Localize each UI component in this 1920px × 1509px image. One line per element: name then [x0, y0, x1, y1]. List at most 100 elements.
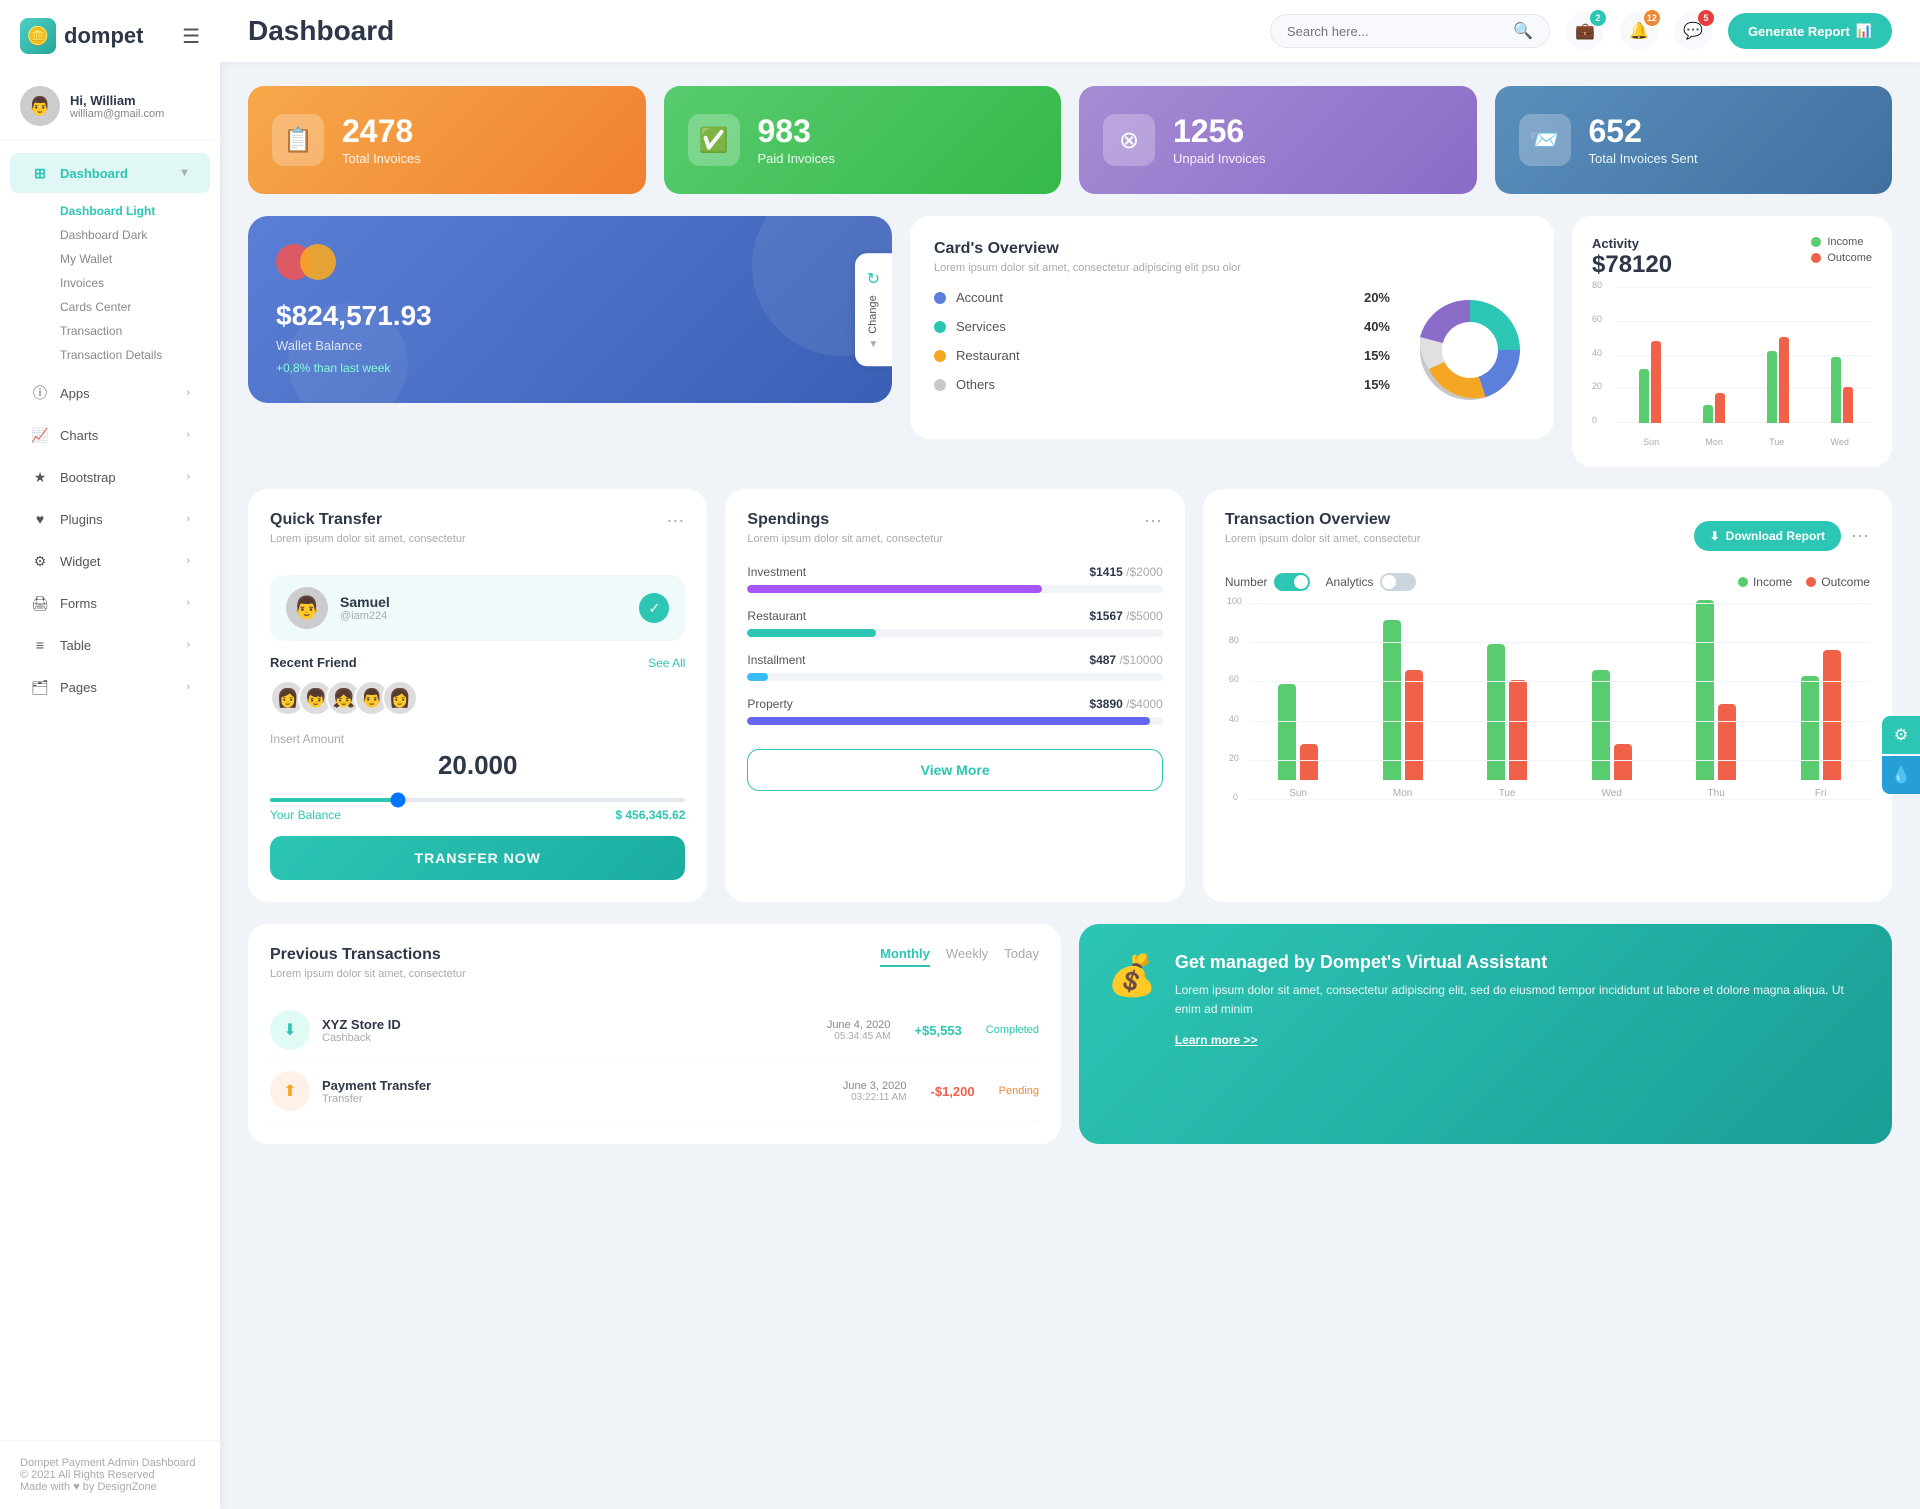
services-pct: 40%: [1364, 319, 1390, 334]
sub-item-cards-center[interactable]: Cards Center: [50, 295, 220, 319]
cards-overview-wrapper: Card's Overview Lorem ipsum dolor sit am…: [910, 216, 1554, 467]
va-learn-more-link[interactable]: Learn more >>: [1175, 1033, 1258, 1047]
income-label: Income: [1827, 236, 1863, 248]
dashboard-icon: ⊞: [30, 163, 50, 183]
sub-item-transaction[interactable]: Transaction: [50, 319, 220, 343]
account-pct: 20%: [1364, 290, 1390, 305]
sidebar-item-forms[interactable]: 🖨 Forms ›: [10, 583, 210, 623]
big-income-mon: [1383, 620, 1401, 780]
sidebar-item-widget[interactable]: ⚙ Widget ›: [10, 541, 210, 581]
topbar: Dashboard 🔍 💼 2 🔔 12 💬 5 Generate Report…: [220, 0, 1920, 62]
quick-transfer-menu[interactable]: ⋯: [666, 511, 685, 532]
refresh-icon: ↻: [867, 269, 880, 289]
tx-date: June 4, 2020: [827, 1019, 891, 1031]
sidebar-item-apps[interactable]: ⓘ Apps ›: [10, 373, 210, 413]
change-button[interactable]: ↻ Change ▼: [855, 253, 892, 367]
stat-paid-invoices: ✅ 983 Paid Invoices: [664, 86, 1062, 194]
restaurant-dot: [934, 350, 946, 362]
download-arrow-icon: ⬇: [283, 1020, 296, 1040]
sub-item-my-wallet[interactable]: My Wallet: [50, 247, 220, 271]
big-label-mon: Mon: [1393, 788, 1412, 799]
sidebar-item-charts[interactable]: 📈 Charts ›: [10, 415, 210, 455]
settings-sidebar-button[interactable]: ⚙: [1882, 716, 1920, 754]
search-box[interactable]: 🔍: [1270, 14, 1550, 48]
sidebar-item-dashboard[interactable]: ⊞ Dashboard ▼: [10, 153, 210, 193]
sub-item-transaction-details[interactable]: Transaction Details: [50, 343, 220, 367]
water-drop-sidebar-button[interactable]: 💧: [1882, 756, 1920, 794]
hamburger-icon[interactable]: ☰: [182, 24, 200, 49]
installment-progress: [747, 673, 1162, 681]
sidebar-item-pages[interactable]: 🗂 Pages ›: [10, 667, 210, 707]
wallet-icon-btn[interactable]: 💼 2: [1566, 12, 1604, 50]
mc-right-circle: [300, 244, 336, 280]
analytics-toggle-switch[interactable]: [1380, 573, 1416, 591]
amount-slider[interactable]: [270, 798, 685, 802]
va-icon: 💰: [1107, 952, 1157, 999]
transfer-person[interactable]: 👨 Samuel @iam224 ✓: [270, 575, 685, 641]
property-fill: [747, 717, 1150, 725]
tx-tabs: Monthly Weekly Today: [880, 946, 1039, 967]
user-section: 👨 Hi, William william@gmail.com: [0, 72, 220, 141]
forms-icon: 🖨: [30, 593, 50, 613]
quick-transfer-subtitle: Lorem ipsum dolor sit amet, consectetur: [270, 533, 466, 545]
drop-icon: 💧: [1891, 765, 1911, 785]
big-income-wed: [1592, 670, 1610, 780]
person-handle: @iam224: [340, 610, 390, 622]
sidebar-item-bootstrap[interactable]: ★ Bootstrap ›: [10, 457, 210, 497]
unpaid-invoices-icon: ⊗: [1103, 114, 1155, 166]
logo-area: 🪙 dompet ☰: [0, 0, 220, 72]
friend-5[interactable]: 👩: [382, 680, 418, 716]
sidebar-item-widget-label: Widget: [60, 554, 100, 569]
transfer-now-button[interactable]: TRANSFER NOW: [270, 836, 685, 880]
spendings-menu[interactable]: ⋯: [1144, 511, 1163, 532]
sent-invoices-icon: 📨: [1519, 114, 1571, 166]
install-label: Installment: [747, 653, 805, 667]
to-header: Transaction Overview Lorem ipsum dolor s…: [1225, 511, 1870, 561]
investment-amount: $1415 /$2000: [1089, 565, 1162, 579]
overview-others: Others 15%: [934, 377, 1390, 392]
analytics-toggle[interactable]: Analytics: [1326, 573, 1416, 591]
tab-weekly[interactable]: Weekly: [946, 946, 988, 967]
apps-icon: ⓘ: [30, 383, 50, 403]
sidebar-item-table[interactable]: ≡ Table ›: [10, 625, 210, 665]
tx-date-2: June 3, 2020: [843, 1080, 907, 1092]
right-sidebar: ⚙ 💧: [1882, 716, 1920, 794]
activity-card: Activity $78120 Income Outcome: [1572, 216, 1892, 467]
generate-report-button[interactable]: Generate Report 📊: [1728, 13, 1892, 49]
bar-label-wed: Wed: [1831, 437, 1849, 447]
sub-item-invoices[interactable]: Invoices: [50, 271, 220, 295]
number-toggle[interactable]: Number: [1225, 573, 1310, 591]
sub-item-dashboard-dark[interactable]: Dashboard Dark: [50, 223, 220, 247]
to-menu[interactable]: ⋯: [1851, 526, 1870, 547]
tab-today[interactable]: Today: [1004, 946, 1039, 967]
chevron-right-icon3: ›: [186, 471, 190, 483]
see-all-link[interactable]: See All: [648, 656, 685, 670]
spending-restaurant: Restaurant $1567 /$5000: [747, 609, 1162, 637]
big-outcome-tue: [1509, 680, 1527, 780]
logo-text: dompet: [64, 23, 143, 49]
toggle-knob: [1294, 575, 1308, 589]
tx-date-block-2: June 3, 2020 03:22:11 AM: [843, 1080, 907, 1103]
wallet-card: $824,571.93 Wallet Balance +0,8% than la…: [248, 216, 892, 403]
sub-item-dashboard-light[interactable]: Dashboard Light: [50, 199, 220, 223]
to-title: Transaction Overview: [1225, 511, 1421, 529]
tab-monthly[interactable]: Monthly: [880, 946, 930, 967]
search-input[interactable]: [1287, 24, 1505, 39]
download-report-label: Download Report: [1726, 529, 1825, 543]
number-toggle-switch[interactable]: [1274, 573, 1310, 591]
spendings-title: Spendings: [747, 511, 943, 529]
quick-transfer-card: Quick Transfer Lorem ipsum dolor sit ame…: [248, 489, 707, 902]
notification-icon-btn[interactable]: 🔔 12: [1620, 12, 1658, 50]
sidebar-footer-madeby: Made with ♥ by DesignZone: [20, 1481, 200, 1493]
recent-label: Recent Friend: [270, 655, 357, 670]
download-report-button[interactable]: ⬇ Download Report: [1694, 521, 1841, 551]
rest-amount: $1567 /$5000: [1089, 609, 1162, 623]
big-bar-sun: Sun: [1278, 684, 1318, 799]
stat-total-label: Total Invoices: [342, 151, 421, 166]
view-more-button[interactable]: View More: [747, 749, 1162, 791]
chevron-right-icon8: ›: [186, 681, 190, 693]
sidebar-item-plugins[interactable]: ♥ Plugins ›: [10, 499, 210, 539]
chat-icon-btn[interactable]: 💬 5: [1674, 12, 1712, 50]
overview-account: Account 20%: [934, 290, 1390, 305]
services-dot: [934, 321, 946, 333]
